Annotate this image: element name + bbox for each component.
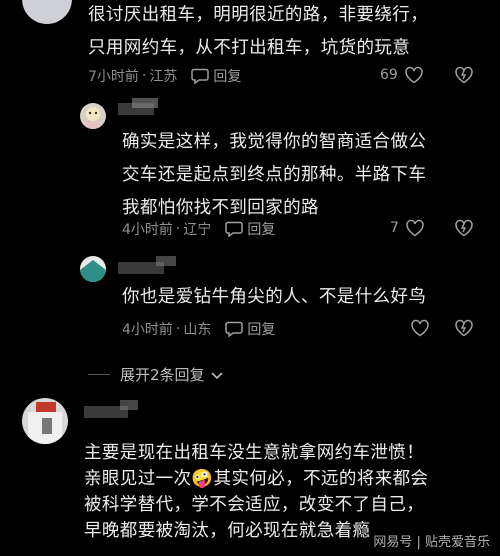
comment-location: 江苏: [149, 69, 178, 85]
username-mosaic: [132, 98, 158, 108]
comment-bubble-icon: [225, 321, 244, 337]
like-button[interactable]: 69: [380, 66, 424, 84]
reply-1-text: 确实是这样，我觉得你的智商适合做公 交车还是起点到终点的那种。半路下车 我都怕你…: [122, 129, 426, 221]
heart-outline-icon: [405, 66, 423, 84]
broken-heart-icon: [455, 219, 473, 237]
separator: ·: [141, 68, 147, 84]
reply-2-line: 你也是爱钻牛角尖的人、不是什么好鸟: [122, 287, 427, 307]
avatar-reply-1[interactable]: [80, 103, 106, 129]
reply-button[interactable]: 回复: [225, 219, 275, 239]
broken-heart-icon: [455, 66, 473, 84]
reply-2-text: 你也是爱钻牛角尖的人、不是什么好鸟: [122, 284, 426, 310]
reply-button[interactable]: 回复: [225, 319, 275, 339]
avatar-illustration: [86, 107, 100, 129]
separator: ·: [175, 221, 181, 237]
reply-label: 回复: [247, 222, 276, 238]
comment-time: 4小时前: [122, 322, 173, 338]
comment-1-meta: 7小时前 · 江苏 回复: [88, 66, 241, 86]
bottom-comment-text: 主要是现在出租车没生意就拿网约车泄愤！ 亲眼见过一次🤪其实何必，不远的将来都会 …: [84, 440, 428, 544]
dislike-button[interactable]: [454, 66, 474, 88]
avatar-reply-2[interactable]: [80, 256, 106, 282]
comment-1-line: 只用网约车，从不打出租车，坑货的玩意: [88, 38, 411, 58]
reply-label: 回复: [247, 322, 276, 338]
expand-replies-button[interactable]: 展开2条回复: [88, 364, 225, 385]
comment-location: 辽宁: [183, 222, 212, 238]
separator: ·: [175, 321, 181, 337]
comment-bubble-icon: [225, 221, 244, 237]
bottom-comment-line: 主要是现在出租车没生意就拿网约车泄愤！: [84, 443, 425, 463]
avatar-illustration: [80, 260, 106, 282]
username-mosaic: [156, 256, 176, 266]
chevron-down-icon: [210, 371, 223, 379]
like-button[interactable]: 7: [390, 219, 425, 237]
reply-1-line: 交车还是起点到终点的那种。半路下车: [122, 165, 427, 185]
reply-1-line: 我都怕你找不到回家的路: [122, 198, 319, 218]
bottom-comment-line: 被科学替代，学不会适应，改变不了自己，: [84, 495, 425, 515]
comment-time: 7小时前: [88, 69, 139, 85]
comment-location: 山东: [183, 322, 212, 338]
dislike-button[interactable]: [454, 219, 474, 241]
broken-heart-icon: [455, 319, 473, 337]
reply-1-meta: 4小时前 · 辽宁 回复: [122, 219, 275, 239]
avatar-illustration: [28, 402, 62, 444]
reply-1-line: 确实是这样，我觉得你的智商适合做公: [122, 132, 427, 152]
reply-label: 回复: [213, 69, 242, 85]
avatar-bottom-commenter[interactable]: [22, 398, 68, 444]
comment-1-line: 很讨厌出租车，明明很近的路，非要绕行，: [88, 5, 429, 25]
comment-1-text: 很讨厌出租车，明明很近的路，非要绕行， 只用网约车，从不打出租车，坑货的玩意: [88, 2, 428, 61]
reply-2-meta: 4小时前 · 山东 回复: [122, 319, 275, 339]
comment-bubble-icon: [191, 68, 210, 84]
reply-button[interactable]: 回复: [191, 66, 241, 86]
username-mosaic: [120, 400, 138, 410]
watermark: 网易号 | 贴壳爱音乐: [373, 535, 490, 550]
avatar-top-commenter[interactable]: [22, 0, 72, 24]
heart-outline-icon: [411, 319, 429, 337]
like-count: 69: [380, 67, 398, 83]
dislike-button[interactable]: [454, 319, 474, 341]
comment-time: 4小时前: [122, 222, 173, 238]
like-button[interactable]: [404, 319, 430, 337]
heart-outline-icon: [406, 219, 424, 237]
divider-line: [88, 374, 110, 375]
expand-replies-label: 展开2条回复: [120, 366, 205, 384]
bottom-comment-line: 亲眼见过一次🤪其实何必，不远的将来都会: [84, 469, 429, 489]
like-count: 7: [390, 220, 399, 236]
